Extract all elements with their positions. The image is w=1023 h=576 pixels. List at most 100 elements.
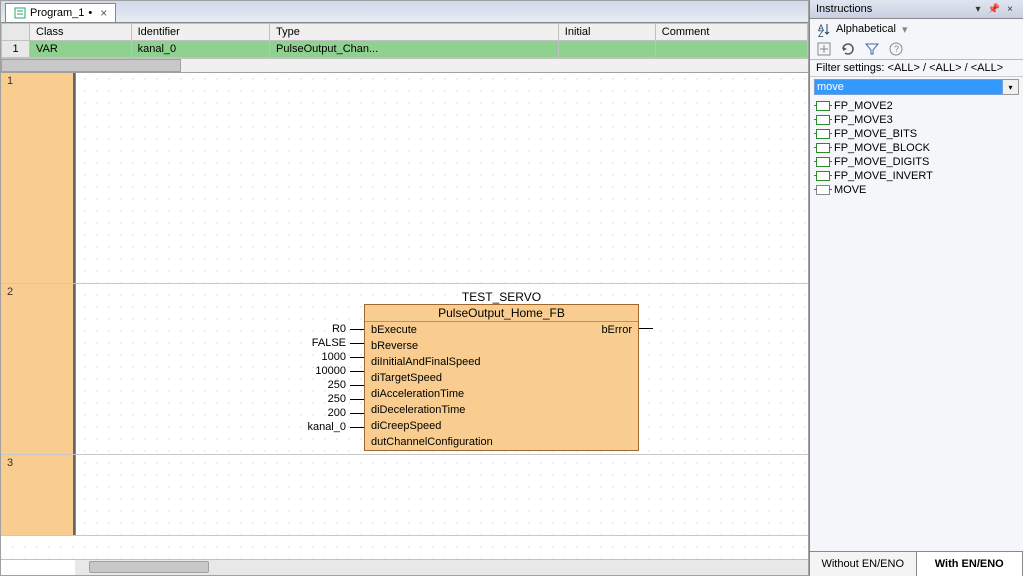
fb-input-pin: diInitialAndFinalSpeed <box>371 355 632 369</box>
network-body[interactable] <box>75 73 808 283</box>
instruction-item[interactable]: FP_MOVE_INVERT <box>814 169 1019 183</box>
col-initial[interactable]: Initial <box>558 24 655 41</box>
instruction-item[interactable]: MOVE <box>814 183 1019 197</box>
panel-title: Instructions <box>816 3 872 15</box>
tab-close-icon[interactable]: × <box>100 6 107 20</box>
fb-input-pin: dutChannelConfiguration <box>371 435 632 449</box>
fb-inputs: R0 FALSE 1000 10000 250 250 200 kanal_0 <box>307 322 364 434</box>
fb-input-value[interactable]: R0 <box>332 323 346 335</box>
fb-wire-icon <box>350 357 364 358</box>
toolbar-filter-icon[interactable] <box>864 41 880 57</box>
scroll-corner <box>1 560 75 575</box>
network-2[interactable]: 2 TEST_SERVO R0FALSE100010000250250200ka… <box>1 284 808 455</box>
instruction-label: FP_MOVE_INVERT <box>834 170 933 182</box>
network-number: 2 <box>1 284 75 454</box>
fb-input-value[interactable]: 200 <box>328 407 346 419</box>
cell-initial[interactable] <box>558 41 655 58</box>
instruction-label: FP_MOVE2 <box>834 100 893 112</box>
tab-program1[interactable]: Program_1 • × <box>5 3 116 22</box>
tab-without-en[interactable]: Without EN/ENO <box>810 552 917 576</box>
instruction-label: MOVE <box>834 184 866 196</box>
instruction-item[interactable]: FP_MOVE_BLOCK <box>814 141 1019 155</box>
network-body[interactable]: TEST_SERVO R0FALSE100010000250250200kana… <box>75 284 808 454</box>
fb-input-value[interactable]: 250 <box>328 393 346 405</box>
toolbar-expand-icon[interactable] <box>816 41 832 57</box>
ladder-editor[interactable]: 1 2 TEST_SERVO R0FALSE100010000250250200… <box>1 73 808 559</box>
cell-type[interactable]: PulseOutput_Chan... <box>270 41 559 58</box>
svg-text:?: ? <box>894 44 899 54</box>
fb-pin-row: diInitialAndFinalSpeed <box>365 354 638 370</box>
network-3[interactable]: 3 <box>1 455 808 536</box>
row-number: 1 <box>2 41 30 58</box>
search-dropdown-icon[interactable]: ▾ <box>1003 79 1019 95</box>
panel-pin-icon[interactable]: 📌 <box>987 2 1001 16</box>
col-class[interactable]: Class <box>30 24 132 41</box>
fb-pin-row: diCreepSpeed <box>365 418 638 434</box>
fb-input-pin: bReverse <box>371 339 632 353</box>
network-1[interactable]: 1 <box>1 73 808 284</box>
col-comment[interactable]: Comment <box>655 24 807 41</box>
fb-output-wire <box>639 328 653 329</box>
tab-label: Program_1 <box>30 7 84 19</box>
tabs-bar: Program_1 • × <box>1 1 808 23</box>
fb-input-value[interactable]: 10000 <box>315 365 346 377</box>
function-block-icon <box>816 143 830 153</box>
fb-wire-icon <box>350 413 364 414</box>
fb-wire-icon <box>350 399 364 400</box>
fb-wire-icon <box>350 385 364 386</box>
toolbar-help-icon[interactable]: ? <box>888 41 904 57</box>
filter-settings-label: Filter settings: <ALL> / <ALL> / <ALL> <box>810 60 1023 77</box>
search-row: ▾ <box>810 77 1023 97</box>
fb-box[interactable]: PulseOutput_Home_FB bExecutebErrorbRever… <box>364 304 639 451</box>
instructions-panel: Instructions ▾ 📌 × AZ Alphabetical ▾ ? F… <box>809 0 1023 576</box>
search-input[interactable] <box>814 79 1003 95</box>
function-block-icon <box>816 171 830 181</box>
network-body[interactable] <box>75 455 808 535</box>
function-block-icon <box>816 157 830 167</box>
function-block[interactable]: TEST_SERVO R0FALSE100010000250250200kana… <box>364 290 639 451</box>
rownum-header <box>2 24 30 41</box>
cell-class[interactable]: VAR <box>30 41 132 58</box>
hscroll-thumb[interactable] <box>89 561 209 573</box>
var-grid-hscroll-thumb[interactable] <box>1 59 181 72</box>
function-block-icon <box>816 115 830 125</box>
fb-pin-row: diTargetSpeed <box>365 370 638 386</box>
fb-input-value[interactable]: kanal_0 <box>307 421 346 433</box>
instruction-item[interactable]: FP_MOVE2 <box>814 99 1019 113</box>
fb-output-pin: bError <box>601 323 632 337</box>
instruction-item[interactable]: FP_MOVE_BITS <box>814 127 1019 141</box>
instruction-label: FP_MOVE_BITS <box>834 128 917 140</box>
chevron-down-icon: ▾ <box>902 23 908 36</box>
col-identifier[interactable]: Identifier <box>131 24 269 41</box>
sort-label: Alphabetical <box>836 23 896 35</box>
panel-header: Instructions ▾ 📌 × <box>810 0 1023 19</box>
fb-input-value[interactable]: 1000 <box>322 351 346 363</box>
tab-with-en[interactable]: With EN/ENO <box>917 552 1023 576</box>
var-grid-hscroll-track[interactable] <box>1 58 808 72</box>
variable-grid: Class Identifier Type Initial Comment 1 … <box>1 23 808 73</box>
fb-pin-row: bReverse <box>365 338 638 354</box>
col-type[interactable]: Type <box>270 24 559 41</box>
sort-icon: AZ <box>816 21 832 37</box>
fb-wire-icon <box>350 329 364 330</box>
instruction-label: FP_MOVE3 <box>834 114 893 126</box>
var-row[interactable]: 1 VAR kanal_0 PulseOutput_Chan... <box>2 41 808 58</box>
panel-menu-icon[interactable]: ▾ <box>971 2 985 16</box>
ladder-hscroll[interactable] <box>1 559 808 575</box>
cell-comment[interactable] <box>655 41 807 58</box>
fb-wire-icon <box>350 371 364 372</box>
function-block-icon <box>816 101 830 111</box>
instruction-item[interactable]: FP_MOVE3 <box>814 113 1019 127</box>
panel-close-icon[interactable]: × <box>1003 2 1017 16</box>
fb-input-value[interactable]: FALSE <box>312 337 346 349</box>
fb-input-value[interactable]: 250 <box>328 379 346 391</box>
program-icon <box>14 7 26 19</box>
cell-identifier[interactable]: kanal_0 <box>131 41 269 58</box>
instruction-item[interactable]: FP_MOVE_DIGITS <box>814 155 1019 169</box>
hscroll-track[interactable] <box>75 560 808 575</box>
fb-wire-icon <box>350 427 364 428</box>
sort-dropdown[interactable]: AZ Alphabetical ▾ <box>810 19 1023 39</box>
toolbar-refresh-icon[interactable] <box>840 41 856 57</box>
fb-wire-icon <box>350 343 364 344</box>
footer-tabs: Without EN/ENO With EN/ENO <box>810 551 1023 576</box>
